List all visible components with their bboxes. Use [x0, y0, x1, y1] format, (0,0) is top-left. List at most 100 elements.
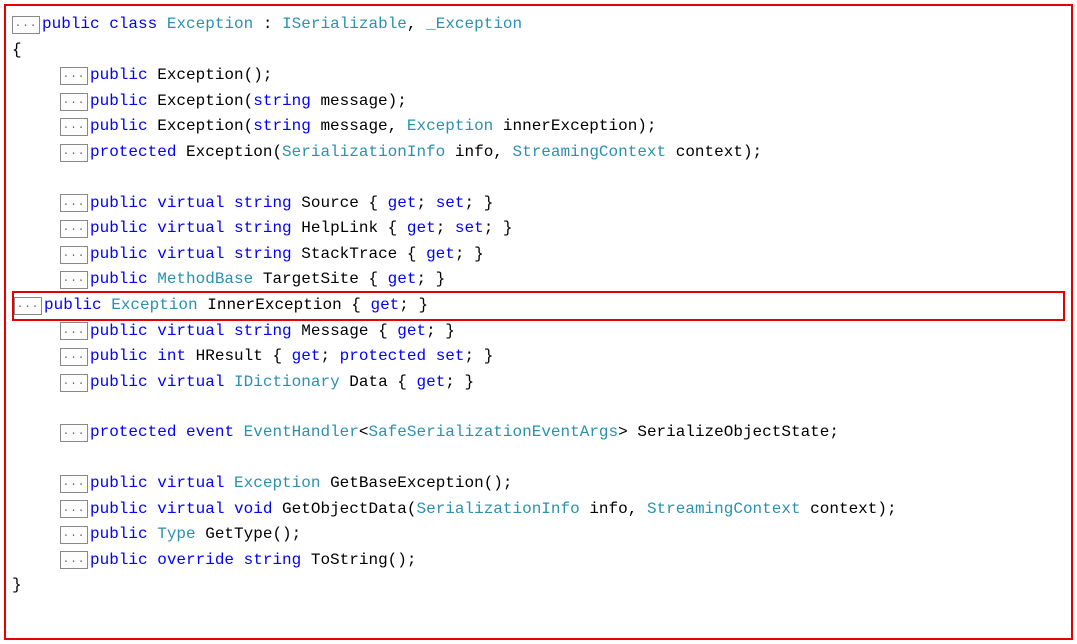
expand-icon[interactable]: ... — [60, 424, 88, 442]
expand-icon[interactable]: ... — [60, 500, 88, 518]
type-_exception: _Exception — [426, 12, 522, 38]
code-text — [148, 471, 158, 497]
code-text: Source { — [292, 191, 388, 217]
open-brace: { — [12, 38, 1065, 64]
code-text: ; } — [445, 370, 474, 396]
keyword: protected — [90, 420, 176, 446]
type-name: IDictionary — [234, 370, 340, 396]
keyword: public — [90, 522, 148, 548]
code-line-prop6: ...public virtual string Message { get; … — [12, 319, 1065, 345]
keyword: public — [90, 63, 148, 89]
expand-icon[interactable]: ... — [60, 475, 88, 493]
keyword: set — [436, 344, 465, 370]
type-name: Type — [157, 522, 195, 548]
code-text — [224, 497, 234, 523]
expand-icon[interactable]: ... — [60, 118, 88, 136]
keyword: public — [90, 89, 148, 115]
keyword: public — [44, 293, 102, 319]
code-line-prop2: ...public virtual string HelpLink { get;… — [12, 216, 1065, 242]
keyword: get — [370, 293, 399, 319]
keyword: public — [90, 497, 148, 523]
code-text — [102, 293, 112, 319]
keyword: get — [397, 319, 426, 345]
expand-icon[interactable]: ... — [60, 194, 88, 212]
expand-icon[interactable]: ... — [60, 93, 88, 111]
type-name: MethodBase — [157, 267, 253, 293]
keyword: set — [455, 216, 484, 242]
code-text: ; — [320, 344, 339, 370]
type-name: Exception — [407, 114, 493, 140]
code-text — [148, 497, 158, 523]
code-text: info, — [445, 140, 512, 166]
keyword: string — [234, 242, 292, 268]
code-text: ; } — [426, 319, 455, 345]
keyword: string — [234, 191, 292, 217]
keyword: string — [234, 216, 292, 242]
keyword: virtual — [157, 191, 224, 217]
keyword: string — [244, 548, 302, 574]
keyword: public — [90, 242, 148, 268]
code-line-m2: ...public virtual void GetObjectData(Ser… — [12, 497, 1065, 523]
keyword: public — [90, 548, 148, 574]
code-text — [224, 216, 234, 242]
code-text: message, — [311, 114, 407, 140]
code-text — [148, 370, 158, 396]
code-line-m3: ...public Type GetType(); — [12, 522, 1065, 548]
expand-icon[interactable]: ... — [60, 348, 88, 366]
code-text: ; } — [465, 344, 494, 370]
code-text: info, — [580, 497, 647, 523]
keyword: public — [90, 370, 148, 396]
expand-icon[interactable]: ... — [60, 144, 88, 162]
type-iserializable: ISerializable — [282, 12, 407, 38]
code-text: ; — [436, 216, 455, 242]
keyword: public — [90, 267, 148, 293]
code-line-ctor3: ...public Exception(string message, Exce… — [12, 114, 1065, 140]
code-line-ctor4: ...protected Exception(SerializationInfo… — [12, 140, 1065, 166]
code-text: ; } — [416, 267, 445, 293]
code-line-prop5: ...public Exception InnerException { get… — [12, 291, 1065, 321]
code-text: Exception( — [176, 140, 282, 166]
code-text: ; } — [484, 216, 513, 242]
keyword: virtual — [157, 242, 224, 268]
keyword: get — [292, 344, 321, 370]
expand-icon[interactable]: ... — [60, 220, 88, 238]
code-text — [148, 267, 158, 293]
keyword: protected — [90, 140, 176, 166]
keyword: override — [157, 548, 234, 574]
code-text — [148, 216, 158, 242]
keyword: public — [90, 114, 148, 140]
code-text: InnerException { — [198, 293, 371, 319]
keyword-public: public — [42, 12, 100, 38]
expand-icon[interactable]: ... — [60, 374, 88, 392]
code-text: Data { — [340, 370, 417, 396]
code-text: ; } — [399, 293, 428, 319]
expand-icon[interactable]: ... — [60, 322, 88, 340]
code-line-prop4: ...public MethodBase TargetSite { get; } — [12, 267, 1065, 293]
type-name: StreamingContext — [513, 140, 667, 166]
code-line-prop7: ...public int HResult { get; protected s… — [12, 344, 1065, 370]
keyword: virtual — [157, 471, 224, 497]
keyword: void — [234, 497, 272, 523]
code-text — [148, 319, 158, 345]
expand-icon[interactable]: ... — [12, 16, 40, 34]
code-line-evt1: ...protected event EventHandler<SafeSeri… — [12, 420, 1065, 446]
keyword: get — [388, 267, 417, 293]
blank-line — [12, 446, 1065, 471]
expand-icon[interactable]: ... — [60, 246, 88, 264]
expand-icon[interactable]: ... — [60, 67, 88, 85]
code-text: ; } — [455, 242, 484, 268]
code-text: HResult { — [186, 344, 292, 370]
code-text — [148, 522, 158, 548]
code-text — [148, 548, 158, 574]
keyword: public — [90, 319, 148, 345]
expand-icon[interactable]: ... — [60, 551, 88, 569]
expand-icon[interactable]: ... — [60, 526, 88, 544]
expand-icon[interactable]: ... — [14, 297, 42, 315]
blank-line — [12, 166, 1065, 191]
type-name: SerializationInfo — [416, 497, 579, 523]
code-line-m1: ...public virtual Exception GetBaseExcep… — [12, 471, 1065, 497]
code-text — [224, 471, 234, 497]
expand-icon[interactable]: ... — [60, 271, 88, 289]
keyword: virtual — [157, 497, 224, 523]
type-name: EventHandler — [244, 420, 359, 446]
